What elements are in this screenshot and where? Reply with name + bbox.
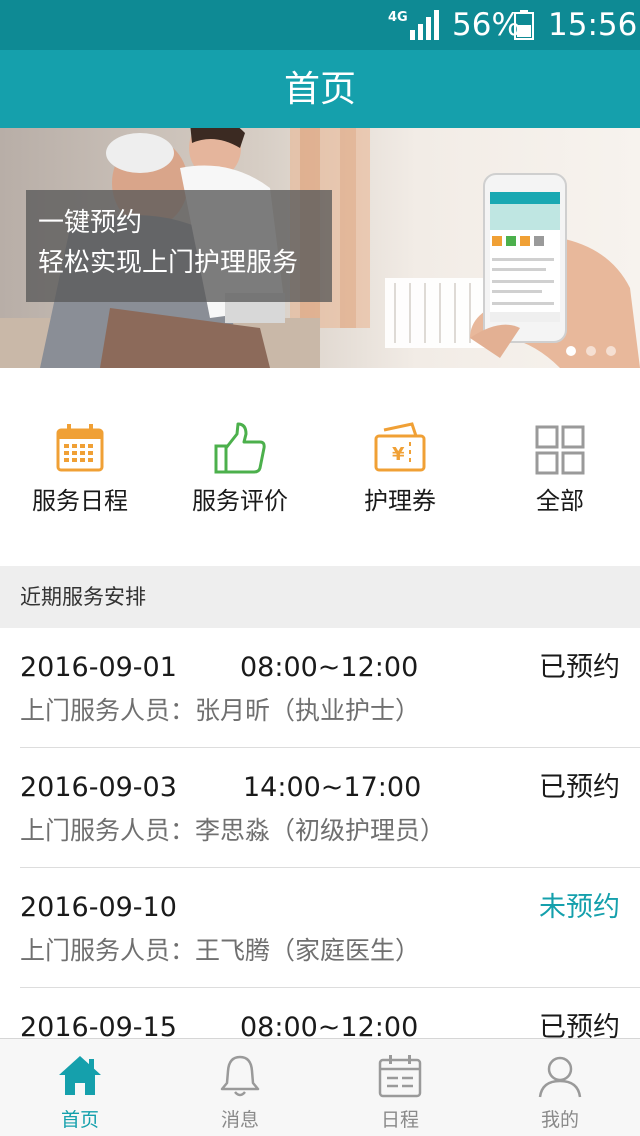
banner-carousel[interactable]: 一键预约 轻松实现上门护理服务 <box>0 128 640 368</box>
quick-action-service-schedule[interactable]: 服务日程 <box>0 368 160 566</box>
tab-schedule[interactable]: 日程 <box>320 1039 480 1136</box>
calendar-icon <box>378 1055 422 1098</box>
tab-label: 我的 <box>540 1109 579 1131</box>
carousel-dot[interactable] <box>606 346 616 356</box>
voucher-icon: ¥ <box>374 422 426 472</box>
quick-action-label: 护理券 <box>364 487 436 515</box>
schedule-date: 2016-09-10 <box>20 892 177 923</box>
schedule-item[interactable]: 2016-09-10 未预约 上门服务人员：王飞腾（家庭医生） <box>0 868 640 988</box>
carousel-dot[interactable] <box>566 346 576 356</box>
schedule-date: 2016-09-15 <box>20 1012 177 1038</box>
banner-headline: 一键预约 <box>38 208 143 238</box>
schedule-staff: 上门服务人员：李思淼（初级护理员） <box>20 816 446 845</box>
schedule-time: 08:00~12:00 <box>240 652 419 683</box>
grid-icon <box>535 425 585 475</box>
home-screen: 4G 56% 15:56 首页 一键预约 轻松实现上门护理服务 服务日程 服务评… <box>0 0 640 1136</box>
quick-action-service-review[interactable]: 服务评价 <box>160 368 320 566</box>
banner-subheadline: 轻松实现上门护理服务 <box>38 248 299 278</box>
schedule-date: 2016-09-03 <box>20 772 177 803</box>
schedule-status: 已预约 <box>539 1012 620 1038</box>
schedule-time: 14:00~17:00 <box>243 772 422 803</box>
schedule-item[interactable]: 2016-09-15 08:00~12:00 已预约 <box>0 988 640 1038</box>
clock: 15:56 <box>548 7 638 43</box>
schedule-time: 08:00~12:00 <box>240 1012 419 1038</box>
tab-home[interactable]: 首页 <box>0 1039 160 1136</box>
status-bar: 4G 56% 15:56 <box>0 0 640 50</box>
schedule-item[interactable]: 2016-09-01 08:00~12:00 已预约 上门服务人员：张月昕（执业… <box>0 628 640 748</box>
carousel-dot[interactable] <box>586 346 596 356</box>
schedule-status: 已预约 <box>539 652 620 683</box>
bell-icon <box>220 1055 260 1097</box>
nav-bar: 首页 <box>0 50 640 128</box>
home-icon <box>59 1056 101 1095</box>
tab-label: 日程 <box>380 1109 419 1131</box>
tab-label: 消息 <box>220 1109 259 1131</box>
schedule-item[interactable]: 2016-09-03 14:00~17:00 已预约 上门服务人员：李思淼（初级… <box>0 748 640 868</box>
quick-action-care-voucher[interactable]: ¥ 护理券 <box>320 368 480 566</box>
calendar-icon <box>56 424 104 472</box>
quick-actions: 服务日程 服务评价 ¥ 护理券 全部 <box>0 368 640 566</box>
quick-action-all[interactable]: 全部 <box>480 368 640 566</box>
network-type: 4G <box>388 10 408 25</box>
schedule-date: 2016-09-01 <box>20 652 177 683</box>
section-title: 近期服务安排 <box>20 585 146 609</box>
battery-icon <box>514 10 534 40</box>
page-title: 首页 <box>283 69 356 110</box>
quick-action-label: 服务日程 <box>32 487 128 515</box>
schedule-status: 已预约 <box>539 772 620 803</box>
quick-action-label: 全部 <box>536 487 584 515</box>
user-icon <box>538 1056 582 1098</box>
section-header: 近期服务安排 <box>0 566 640 628</box>
quick-action-label: 服务评价 <box>192 487 288 515</box>
tab-label: 首页 <box>60 1109 99 1131</box>
tab-bar: 首页 消息 日程 我的 <box>0 1038 640 1136</box>
schedule-list[interactable]: 2016-09-01 08:00~12:00 已预约 上门服务人员：张月昕（执业… <box>0 628 640 1038</box>
thumbs-up-icon <box>214 422 266 474</box>
battery-percent: 56% <box>452 7 521 43</box>
tab-messages[interactable]: 消息 <box>160 1039 320 1136</box>
signal-icon <box>410 10 439 40</box>
svg-text:¥: ¥ <box>392 444 405 465</box>
schedule-staff: 上门服务人员：张月昕（执业护士） <box>20 696 421 725</box>
banner-caption: 一键预约 轻松实现上门护理服务 <box>26 190 332 302</box>
schedule-status: 未预约 <box>539 892 620 923</box>
tab-profile[interactable]: 我的 <box>480 1039 640 1136</box>
schedule-staff: 上门服务人员：王飞腾（家庭医生） <box>20 936 421 965</box>
